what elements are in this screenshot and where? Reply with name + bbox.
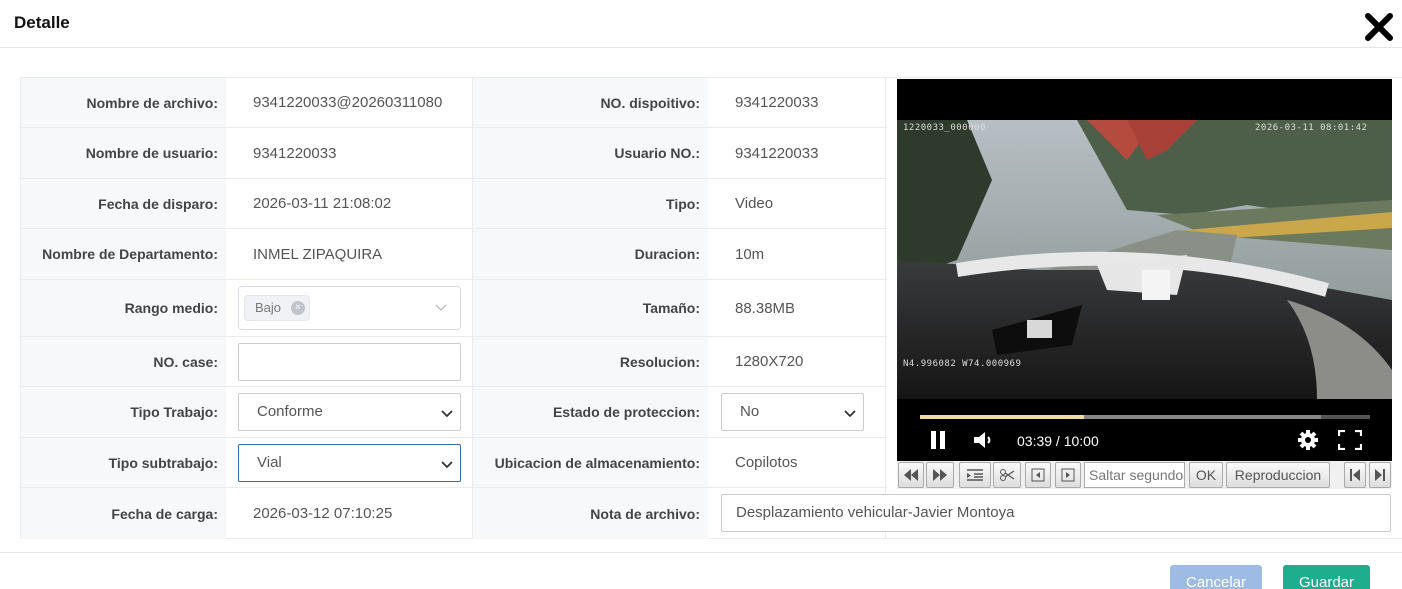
osd-datetime: 2026-03-11 08:01:42	[1255, 123, 1368, 133]
work-type-select[interactable]: Conforme	[238, 393, 461, 431]
skip-end-icon	[1375, 469, 1385, 481]
progress-bar[interactable]	[920, 415, 1370, 419]
work-type-label: Tipo Trabajo:	[21, 387, 226, 437]
cut-button[interactable]	[993, 462, 1021, 488]
average-range-label: Rango medio:	[21, 280, 226, 336]
video-controls: 03:39 / 10:00	[897, 399, 1392, 461]
device-no-label: NO. dispoitivo:	[473, 78, 708, 127]
detail-row: Tipo subtrabajo: Vial Ubicacion de almac…	[21, 438, 887, 488]
storage-location-label: Ubicacion de almacenamiento:	[473, 438, 708, 487]
device-no-value: 9341220033	[735, 94, 819, 111]
osd-gps: N4.996082 W74.000969	[903, 359, 1022, 369]
size-value: 88.38MB	[735, 299, 796, 317]
skip-start-icon	[1350, 469, 1360, 481]
pause-icon[interactable]	[929, 430, 947, 450]
protection-status-select[interactable]: No	[721, 393, 864, 431]
rewind-icon	[904, 469, 918, 481]
detail-row: Nombre de Departamento: INMEL ZIPAQUIRA …	[21, 229, 887, 280]
resolution-label: Resolucion:	[473, 337, 708, 386]
file-note-label: Nota de archivo:	[473, 488, 708, 539]
case-no-input[interactable]	[238, 343, 461, 381]
fast-forward-icon	[933, 469, 947, 481]
gear-icon[interactable]	[1297, 429, 1319, 451]
video-player[interactable]: 1220033_000000 2026-03-11 08:01:42 N4.99…	[897, 79, 1392, 461]
playback-button[interactable]: Reproduccion	[1226, 462, 1330, 488]
next-frame-button[interactable]	[1055, 462, 1081, 488]
user-name-label: Nombre de usuario:	[21, 128, 226, 178]
detail-row: Nombre de usuario: 9341220033 Usuario NO…	[21, 128, 887, 179]
detail-row: Nombre de archivo: 9341220033@2026031108…	[21, 78, 887, 128]
detail-row: Fecha de carga: 2026-03-12 07:10:25 Nota…	[21, 488, 1391, 539]
ok-button[interactable]: OK	[1189, 462, 1223, 488]
subwork-type-label: Tipo subtrabajo:	[21, 438, 226, 487]
video-panel: 1220033_000000 2026-03-11 08:01:42 N4.99…	[886, 77, 1402, 539]
case-no-label: NO. case:	[21, 337, 226, 386]
indent-button[interactable]	[959, 462, 991, 488]
video-frame	[897, 120, 1392, 399]
subwork-type-select[interactable]: Vial	[238, 444, 461, 482]
next-frame-icon	[1061, 468, 1075, 482]
close-icon[interactable]	[1362, 10, 1396, 44]
file-name-label: Nombre de archivo:	[21, 78, 226, 127]
save-button[interactable]: Guardar	[1283, 565, 1370, 589]
prev-frame-button[interactable]	[1025, 462, 1051, 488]
subwork-type-value: Vial	[257, 454, 282, 471]
rewind-button[interactable]	[898, 462, 924, 488]
range-tag-label: Bajo	[255, 300, 282, 315]
chevron-down-icon	[441, 410, 453, 418]
scissors-icon	[1000, 469, 1015, 481]
detail-row: Tipo Trabajo: Conforme Estado de protecc…	[21, 387, 887, 438]
progress-played	[920, 415, 1085, 419]
duration-value: 10m	[735, 245, 765, 263]
remove-tag-icon[interactable]: ×	[291, 301, 306, 315]
department-label: Nombre de Departamento:	[21, 229, 226, 279]
playback-toolbar: Saltar segundo OK Reproduccion	[897, 461, 1392, 489]
chevron-down-icon	[435, 304, 447, 311]
upload-date-label: Fecha de carga:	[21, 488, 226, 539]
skip-start-button[interactable]	[1344, 462, 1366, 488]
detail-row: Fecha de disparo: 2026-03-11 21:08:02 Ti…	[21, 179, 887, 229]
volume-icon[interactable]	[972, 430, 994, 450]
user-no-value: 9341220033	[735, 144, 819, 162]
chevron-down-icon	[441, 461, 453, 469]
fullscreen-icon[interactable]	[1338, 430, 1362, 450]
file-name-value: 9341220033@20260311080	[226, 78, 473, 127]
detail-dialog: Detalle Nombre de archivo: 9341220033@20…	[0, 0, 1402, 589]
work-type-value: Conforme	[257, 403, 323, 420]
protection-status-label: Estado de proteccion:	[473, 387, 708, 437]
upload-date-value: 2026-03-12 07:10:25	[226, 488, 473, 539]
duration-label: Duracion:	[473, 229, 708, 279]
department-value: INMEL ZIPAQUIRA	[226, 229, 473, 279]
osd-device: 1220033_000000	[903, 123, 986, 133]
protection-status-value: No	[740, 403, 760, 420]
detail-row: NO. case: Resolucion: 1280X720	[21, 337, 887, 387]
storage-location-value: Copilotos	[735, 454, 798, 471]
trigger-date-value: 2026-03-11 21:08:02	[226, 179, 473, 228]
fast-forward-button[interactable]	[926, 462, 954, 488]
type-value: Video	[735, 195, 774, 212]
user-name-value: 9341220033	[226, 128, 473, 178]
dialog-header: Detalle	[0, 0, 1402, 48]
size-label: Tamaño:	[473, 280, 708, 336]
chevron-down-icon	[844, 410, 856, 418]
detail-row: Rango medio: Bajo × Tamaño: 88.38MB	[21, 280, 887, 337]
resolution-value: 1280X720	[735, 353, 804, 370]
skip-end-button[interactable]	[1369, 462, 1391, 488]
range-tag: Bajo ×	[244, 295, 311, 321]
indent-icon	[967, 469, 983, 481]
cancel-button[interactable]: Cancelar	[1170, 565, 1262, 589]
dialog-title: Detalle	[14, 13, 70, 32]
trigger-date-label: Fecha de disparo:	[21, 179, 226, 228]
seek-seconds-input[interactable]: Saltar segundo	[1084, 462, 1185, 488]
detail-grid: Nombre de archivo: 9341220033@2026031108…	[20, 77, 1391, 539]
type-label: Tipo:	[473, 179, 708, 228]
user-no-label: Usuario NO.:	[473, 128, 708, 178]
prev-frame-icon	[1031, 468, 1045, 482]
time-display: 03:39 / 10:00	[1017, 433, 1099, 449]
average-range-select[interactable]: Bajo ×	[238, 286, 461, 330]
